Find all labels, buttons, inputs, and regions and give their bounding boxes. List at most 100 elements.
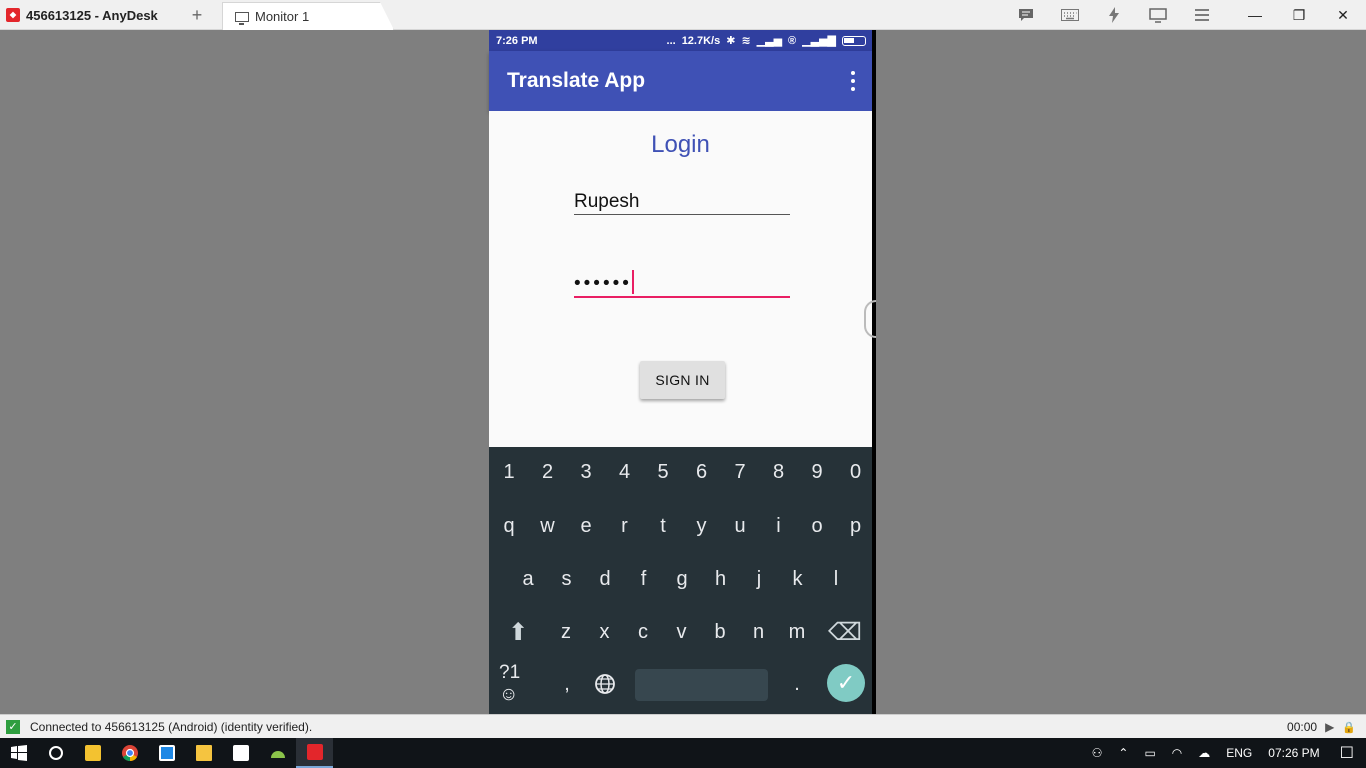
key-z[interactable]: z bbox=[547, 612, 585, 652]
chrome-icon[interactable] bbox=[111, 738, 148, 768]
notes-icon[interactable] bbox=[222, 738, 259, 768]
key-r[interactable]: r bbox=[606, 506, 644, 546]
key-a[interactable]: a bbox=[509, 559, 547, 599]
notifications-icon[interactable]: ☐ bbox=[1328, 738, 1366, 768]
done-key[interactable]: ✓ bbox=[827, 664, 865, 702]
comma-key[interactable]: , bbox=[548, 664, 586, 704]
display-icon[interactable] bbox=[1136, 0, 1180, 30]
search-icon[interactable] bbox=[37, 738, 74, 768]
monitor-tab[interactable]: Monitor 1 bbox=[222, 2, 394, 30]
anydesk-taskbar-icon[interactable] bbox=[296, 738, 333, 768]
android-status-bar: 7:26 PM ... 12.7K/s ✱ ≋ ▁▃▅ ® ▁▃▅▇ bbox=[489, 30, 872, 51]
key-h[interactable]: h bbox=[702, 559, 740, 599]
key-l[interactable]: l bbox=[817, 559, 855, 599]
clock[interactable]: 07:26 PM bbox=[1260, 738, 1327, 768]
remote-phone-screen[interactable]: 7:26 PM ... 12.7K/s ✱ ≋ ▁▃▅ ® ▁▃▅▇ Trans… bbox=[489, 30, 876, 714]
app-bar: Translate App bbox=[489, 51, 872, 111]
language-indicator[interactable]: ENG bbox=[1218, 738, 1260, 768]
key-7[interactable]: 7 bbox=[721, 452, 759, 492]
bluetooth-icon: ✱ bbox=[726, 35, 736, 47]
anydesk-logo-icon bbox=[6, 8, 20, 22]
key-d[interactable]: d bbox=[586, 559, 624, 599]
login-form: Login Rupesh •••••• SIGN IN bbox=[489, 111, 872, 447]
period-key[interactable]: . bbox=[778, 664, 816, 704]
menu-icon[interactable] bbox=[1180, 0, 1224, 30]
key-6[interactable]: 6 bbox=[683, 452, 721, 492]
sign-in-button[interactable]: SIGN IN bbox=[640, 361, 725, 399]
wifi-tray-icon[interactable]: ◠ bbox=[1164, 738, 1190, 768]
record-button[interactable]: ▶ bbox=[1325, 720, 1334, 734]
backspace-key[interactable]: ⌫ bbox=[826, 612, 864, 652]
globe-key[interactable] bbox=[586, 664, 624, 704]
system-tray: ⚇ ⌃ ▭ ◠ ☁ ENG 07:26 PM ☐ bbox=[1084, 738, 1366, 768]
key-f[interactable]: f bbox=[625, 559, 663, 599]
shift-key[interactable]: ⬆ bbox=[499, 612, 537, 652]
chevron-up-icon[interactable]: ⌃ bbox=[1110, 738, 1136, 768]
restore-button[interactable]: ❐ bbox=[1277, 0, 1321, 30]
key-o[interactable]: o bbox=[798, 506, 836, 546]
overflow-menu-icon[interactable] bbox=[848, 71, 858, 91]
key-2[interactable]: 2 bbox=[529, 452, 567, 492]
key-5[interactable]: 5 bbox=[644, 452, 682, 492]
key-q[interactable]: q bbox=[490, 506, 528, 546]
soft-keyboard: 1234567890 qwertyuiop asdfghjkl ⬆ ⌫ zxcv… bbox=[489, 447, 872, 714]
key-c[interactable]: c bbox=[624, 612, 662, 652]
key-0[interactable]: 0 bbox=[837, 452, 875, 492]
close-button[interactable]: ✕ bbox=[1321, 0, 1365, 30]
key-s[interactable]: s bbox=[548, 559, 586, 599]
studio-icon[interactable] bbox=[148, 738, 185, 768]
key-1[interactable]: 1 bbox=[490, 452, 528, 492]
keyboard-icon[interactable] bbox=[1048, 0, 1092, 30]
key-m[interactable]: m bbox=[778, 612, 816, 652]
wifi-icon: ≋ bbox=[741, 35, 751, 47]
password-field[interactable]: •••••• bbox=[574, 266, 790, 298]
key-e[interactable]: e bbox=[567, 506, 605, 546]
key-v[interactable]: v bbox=[663, 612, 701, 652]
minimize-button[interactable]: — bbox=[1233, 0, 1277, 30]
key-w[interactable]: w bbox=[529, 506, 567, 546]
app-title: Translate App bbox=[507, 69, 646, 92]
actions-icon[interactable] bbox=[1092, 0, 1136, 30]
key-4[interactable]: 4 bbox=[606, 452, 644, 492]
anydesk-titlebar: 456613125 - AnyDesk + Monitor 1 — ❐ ✕ bbox=[0, 0, 1366, 30]
store-icon[interactable] bbox=[74, 738, 111, 768]
key-u[interactable]: u bbox=[721, 506, 759, 546]
lock-icon[interactable]: 🔒 bbox=[1342, 721, 1356, 734]
key-j[interactable]: j bbox=[740, 559, 778, 599]
key-8[interactable]: 8 bbox=[760, 452, 798, 492]
roaming-icon: ® bbox=[788, 34, 797, 47]
anydesk-session-tab[interactable]: 456613125 - AnyDesk bbox=[0, 0, 182, 30]
floating-edge-handle[interactable] bbox=[864, 300, 876, 338]
key-n[interactable]: n bbox=[740, 612, 778, 652]
key-9[interactable]: 9 bbox=[798, 452, 836, 492]
key-g[interactable]: g bbox=[663, 559, 701, 599]
keyboard-row-zxcv: ⬆ ⌫ zxcvbnm bbox=[489, 612, 872, 652]
key-b[interactable]: b bbox=[701, 612, 739, 652]
connection-status-text: Connected to 456613125 (Android) (identi… bbox=[30, 719, 313, 734]
keyboard-row-asdf: asdfghjkl bbox=[489, 559, 872, 599]
key-p[interactable]: p bbox=[837, 506, 875, 546]
key-y[interactable]: y bbox=[683, 506, 721, 546]
username-field[interactable]: Rupesh bbox=[574, 189, 790, 215]
status-time: 7:26 PM bbox=[496, 34, 538, 47]
key-x[interactable]: x bbox=[586, 612, 624, 652]
key-3[interactable]: 3 bbox=[567, 452, 605, 492]
file-explorer-icon[interactable] bbox=[185, 738, 222, 768]
start-button[interactable] bbox=[0, 738, 37, 768]
space-key[interactable] bbox=[635, 669, 768, 701]
key-k[interactable]: k bbox=[779, 559, 817, 599]
symbols-key[interactable]: ?1☺ bbox=[499, 662, 537, 705]
battery-tray-icon[interactable]: ▭ bbox=[1136, 738, 1163, 768]
battery-icon bbox=[842, 35, 866, 46]
key-t[interactable]: t bbox=[644, 506, 682, 546]
new-tab-button[interactable]: + bbox=[188, 5, 206, 26]
monitor-icon bbox=[235, 11, 249, 25]
key-i[interactable]: i bbox=[760, 506, 798, 546]
cloud-icon[interactable]: ☁ bbox=[1190, 738, 1218, 768]
people-icon[interactable]: ⚇ bbox=[1084, 738, 1111, 768]
text-cursor bbox=[631, 270, 634, 294]
session-timer: 00:00 bbox=[1287, 720, 1318, 734]
chat-icon[interactable] bbox=[1004, 0, 1048, 30]
android-icon[interactable] bbox=[259, 738, 296, 768]
password-value: •••••• bbox=[574, 273, 632, 294]
